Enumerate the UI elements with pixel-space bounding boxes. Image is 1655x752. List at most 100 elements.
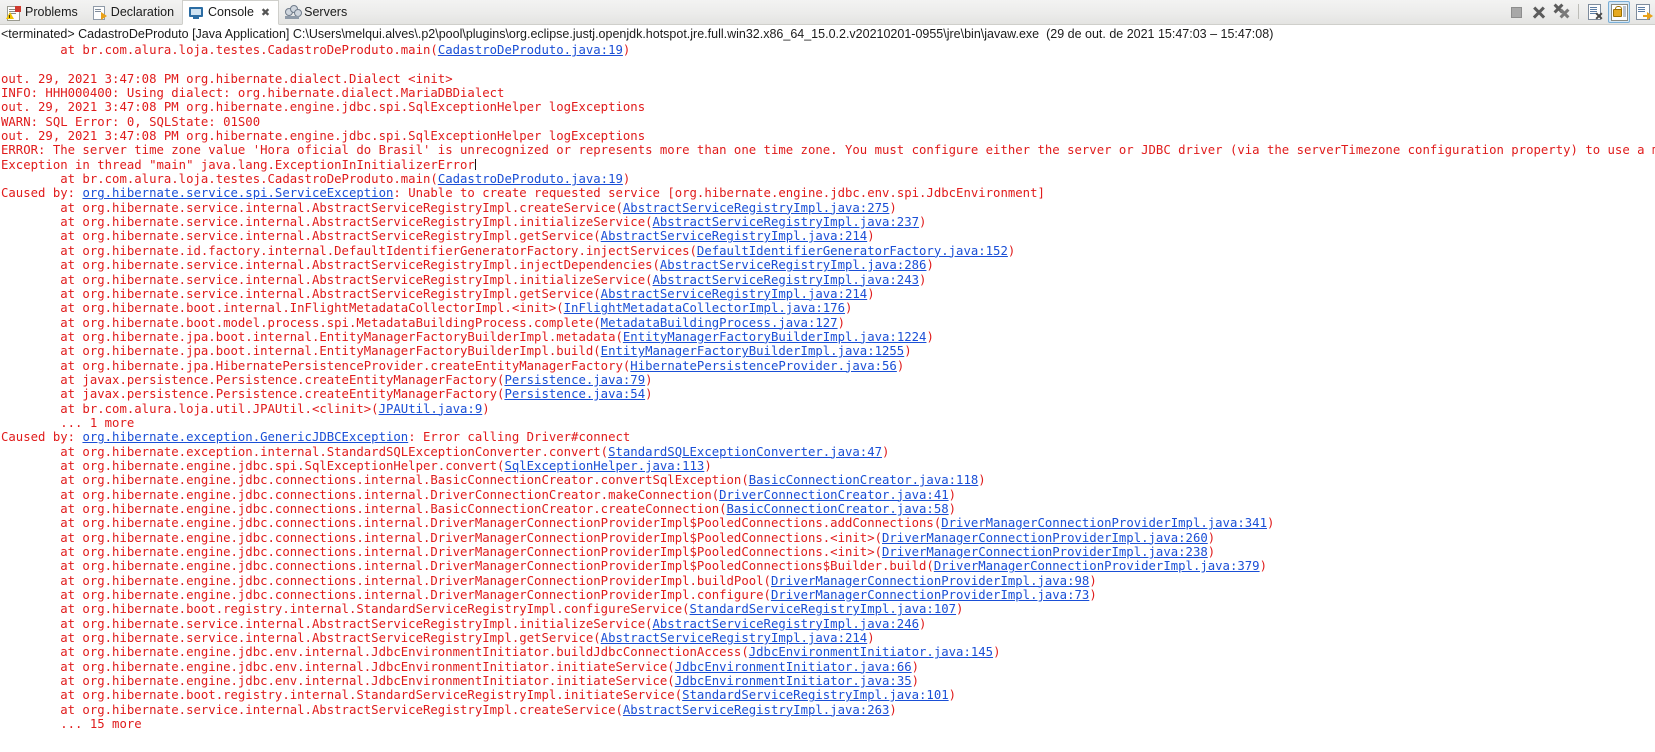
remove-launch-button[interactable]: [1529, 2, 1549, 22]
tab-problems[interactable]: Problems: [0, 0, 86, 24]
console-line: at org.hibernate.jpa.boot.internal.Entit…: [1, 344, 1655, 358]
console-line-tail: : Unable to create requested service [or…: [393, 186, 1045, 201]
stack-trace-link[interactable]: EntityManagerFactoryBuilderImpl.java:125…: [601, 344, 905, 358]
stack-trace-link[interactable]: MetadataBuildingProcess.java:127: [601, 316, 838, 330]
stack-trace-link[interactable]: JdbcEnvironmentInitiator.java:66: [675, 660, 912, 674]
console-line: at javax.persistence.Persistence.createE…: [1, 373, 1655, 387]
stack-trace-link[interactable]: StandardServiceRegistryImpl.java:107: [690, 602, 957, 616]
console-line-tail: ): [911, 674, 920, 689]
console-line-tail: ): [1089, 573, 1097, 588]
stack-trace-link[interactable]: DriverManagerConnectionProviderImpl.java…: [941, 516, 1267, 530]
clear-console-button[interactable]: [1585, 2, 1605, 22]
stack-trace-link[interactable]: DefaultIdentifierGeneratorFactory.java:1…: [697, 244, 1008, 258]
stack-trace-link[interactable]: DriverConnectionCreator.java:41: [719, 488, 949, 502]
console-line-text: at org.hibernate.service.internal.Abstra…: [1, 631, 601, 646]
stack-trace-link[interactable]: AbstractServiceRegistryImpl.java:214: [601, 287, 868, 301]
console-line: ... 15 more: [1, 717, 1655, 731]
scroll-lock-button[interactable]: [1608, 0, 1630, 23]
stack-trace-link[interactable]: DriverManagerConnectionProviderImpl.java…: [771, 588, 1089, 602]
stack-trace-link[interactable]: EntityManagerFactoryBuilderImpl.java:122…: [623, 330, 927, 344]
stack-trace-link[interactable]: SqlExceptionHelper.java:113: [504, 459, 704, 473]
stack-trace-link[interactable]: AbstractServiceRegistryImpl.java:263: [623, 703, 890, 717]
console-line: ... 1 more: [1, 416, 1655, 430]
stack-trace-link[interactable]: Persistence.java:79: [504, 373, 645, 387]
console-line-text: at org.hibernate.jpa.boot.internal.Entit…: [1, 344, 601, 359]
stack-trace-link[interactable]: AbstractServiceRegistryImpl.java:243: [653, 273, 920, 287]
console-line: Caused by: org.hibernate.service.spi.Ser…: [1, 186, 1655, 200]
stack-trace-link[interactable]: DriverManagerConnectionProviderImpl.java…: [934, 559, 1260, 573]
console-output-area[interactable]: <terminated> CadastroDeProduto [Java App…: [0, 25, 1655, 752]
stack-trace-link[interactable]: JPAUtil.java:9: [379, 402, 483, 416]
console-line: at org.hibernate.service.internal.Abstra…: [1, 273, 1655, 287]
console-line: at org.hibernate.engine.jdbc.connections…: [1, 502, 1655, 516]
console-line-tail: ): [978, 473, 986, 488]
stack-trace-link[interactable]: Persistence.java:54: [504, 387, 645, 401]
console-line: at org.hibernate.engine.jdbc.spi.SqlExce…: [1, 459, 1655, 473]
stack-trace-link[interactable]: CadastroDeProduto.java:19: [438, 172, 623, 186]
tab-list: Problems Declaration Console ✖ Servers: [0, 0, 355, 25]
stack-trace-link[interactable]: org.hibernate.service.spi.ServiceExcepti…: [82, 186, 393, 200]
stack-trace-link[interactable]: AbstractServiceRegistryImpl.java:214: [601, 229, 868, 243]
stack-trace-link[interactable]: org.hibernate.exception.GenericJDBCExcep…: [82, 430, 408, 444]
console-line-text: Caused by:: [1, 430, 83, 445]
console-line: at org.hibernate.id.factory.internal.Def…: [1, 244, 1655, 258]
stack-trace-link[interactable]: AbstractServiceRegistryImpl.java:237: [653, 215, 920, 229]
stack-trace-link[interactable]: AbstractServiceRegistryImpl.java:246: [653, 617, 920, 631]
console-line-text: at org.hibernate.service.internal.Abstra…: [1, 272, 653, 287]
console-line-tail: ): [919, 215, 927, 230]
console-line: Caused by: org.hibernate.exception.Gener…: [1, 430, 1655, 444]
tab-declaration[interactable]: Declaration: [86, 0, 182, 24]
console-line: at org.hibernate.engine.jdbc.connections…: [1, 588, 1655, 602]
console-line-tail: ): [1207, 545, 1216, 560]
terminate-button[interactable]: [1506, 2, 1526, 22]
console-line: at org.hibernate.engine.jdbc.connections…: [1, 488, 1655, 502]
remove-all-terminated-launches-button[interactable]: [1552, 2, 1572, 22]
tab-servers[interactable]: Servers: [279, 0, 355, 24]
stack-trace-link[interactable]: JdbcEnvironmentInitiator.java:145: [749, 645, 993, 659]
stack-trace-link[interactable]: BasicConnectionCreator.java:118: [749, 473, 979, 487]
pin-console-button[interactable]: [1633, 2, 1653, 22]
stack-trace-link[interactable]: DriverManagerConnectionProviderImpl.java…: [882, 531, 1208, 545]
console-line-tail: ): [704, 458, 712, 473]
stack-trace-link[interactable]: HibernatePersistenceProvider.java:56: [630, 359, 897, 373]
console-line-tail: ): [867, 229, 875, 244]
console-line: at org.hibernate.engine.jdbc.env.interna…: [1, 645, 1655, 659]
console-line-text: ... 1 more: [1, 415, 135, 430]
console-line-text: at org.hibernate.engine.jdbc.connections…: [1, 502, 727, 516]
stack-trace-link[interactable]: AbstractServiceRegistryImpl.java:214: [601, 631, 868, 645]
console-line: at br.com.alura.loja.testes.CadastroDePr…: [1, 43, 1655, 57]
console-line-tail: ): [1007, 243, 1016, 258]
console-line-tail: ): [948, 688, 957, 703]
stack-trace-link[interactable]: JdbcEnvironmentInitiator.java:35: [675, 674, 912, 688]
console-line: at org.hibernate.exception.internal.Stan…: [1, 445, 1655, 459]
stack-trace-link[interactable]: DriverManagerConnectionProviderImpl.java…: [882, 545, 1208, 559]
console-line-text: at org.hibernate.boot.internal.InFlightM…: [1, 301, 564, 316]
console-line-text: at org.hibernate.engine.jdbc.spi.SqlExce…: [1, 458, 505, 473]
console-line-tail: ): [645, 372, 653, 387]
stack-trace-link[interactable]: StandardSQLExceptionConverter.java:47: [608, 445, 882, 459]
stack-trace-link[interactable]: DriverManagerConnectionProviderImpl.java…: [771, 574, 1089, 588]
console-line-tail: ): [919, 272, 927, 287]
console-line: at org.hibernate.service.internal.Abstra…: [1, 229, 1655, 243]
stack-trace-link[interactable]: BasicConnectionCreator.java:58: [727, 502, 949, 516]
console-line: at org.hibernate.boot.registry.internal.…: [1, 688, 1655, 702]
console-line-tail: ): [837, 315, 845, 330]
console-line: out. 29, 2021 3:47:08 PM org.hibernate.e…: [1, 129, 1655, 143]
stack-trace-link[interactable]: AbstractServiceRegistryImpl.java:275: [623, 201, 890, 215]
close-icon[interactable]: ✖: [261, 6, 270, 19]
console-line-tail: ): [882, 444, 890, 459]
console-line-tail: ): [867, 286, 875, 301]
console-line-text: at org.hibernate.boot.registry.internal.…: [1, 602, 690, 617]
console-line-tail: ): [993, 645, 1001, 660]
stack-trace-link[interactable]: StandardServiceRegistryImpl.java:101: [682, 688, 949, 702]
console-line-text: at org.hibernate.jpa.boot.internal.Entit…: [1, 329, 623, 344]
console-line-text: at br.com.alura.loja.util.JPAUtil.<clini…: [1, 401, 379, 416]
console-line-text: at javax.persistence.Persistence.createE…: [1, 372, 505, 387]
stack-trace-link[interactable]: AbstractServiceRegistryImpl.java:286: [660, 258, 927, 272]
console-line-text: at org.hibernate.service.internal.Abstra…: [1, 702, 623, 717]
stack-trace-output[interactable]: at br.com.alura.loja.testes.CadastroDePr…: [0, 43, 1655, 732]
console-line: at org.hibernate.engine.jdbc.connections…: [1, 473, 1655, 487]
stack-trace-link[interactable]: InFlightMetadataCollectorImpl.java:176: [564, 301, 845, 315]
tab-console[interactable]: Console ✖: [182, 0, 280, 25]
stack-trace-link[interactable]: CadastroDeProduto.java:19: [438, 43, 623, 57]
